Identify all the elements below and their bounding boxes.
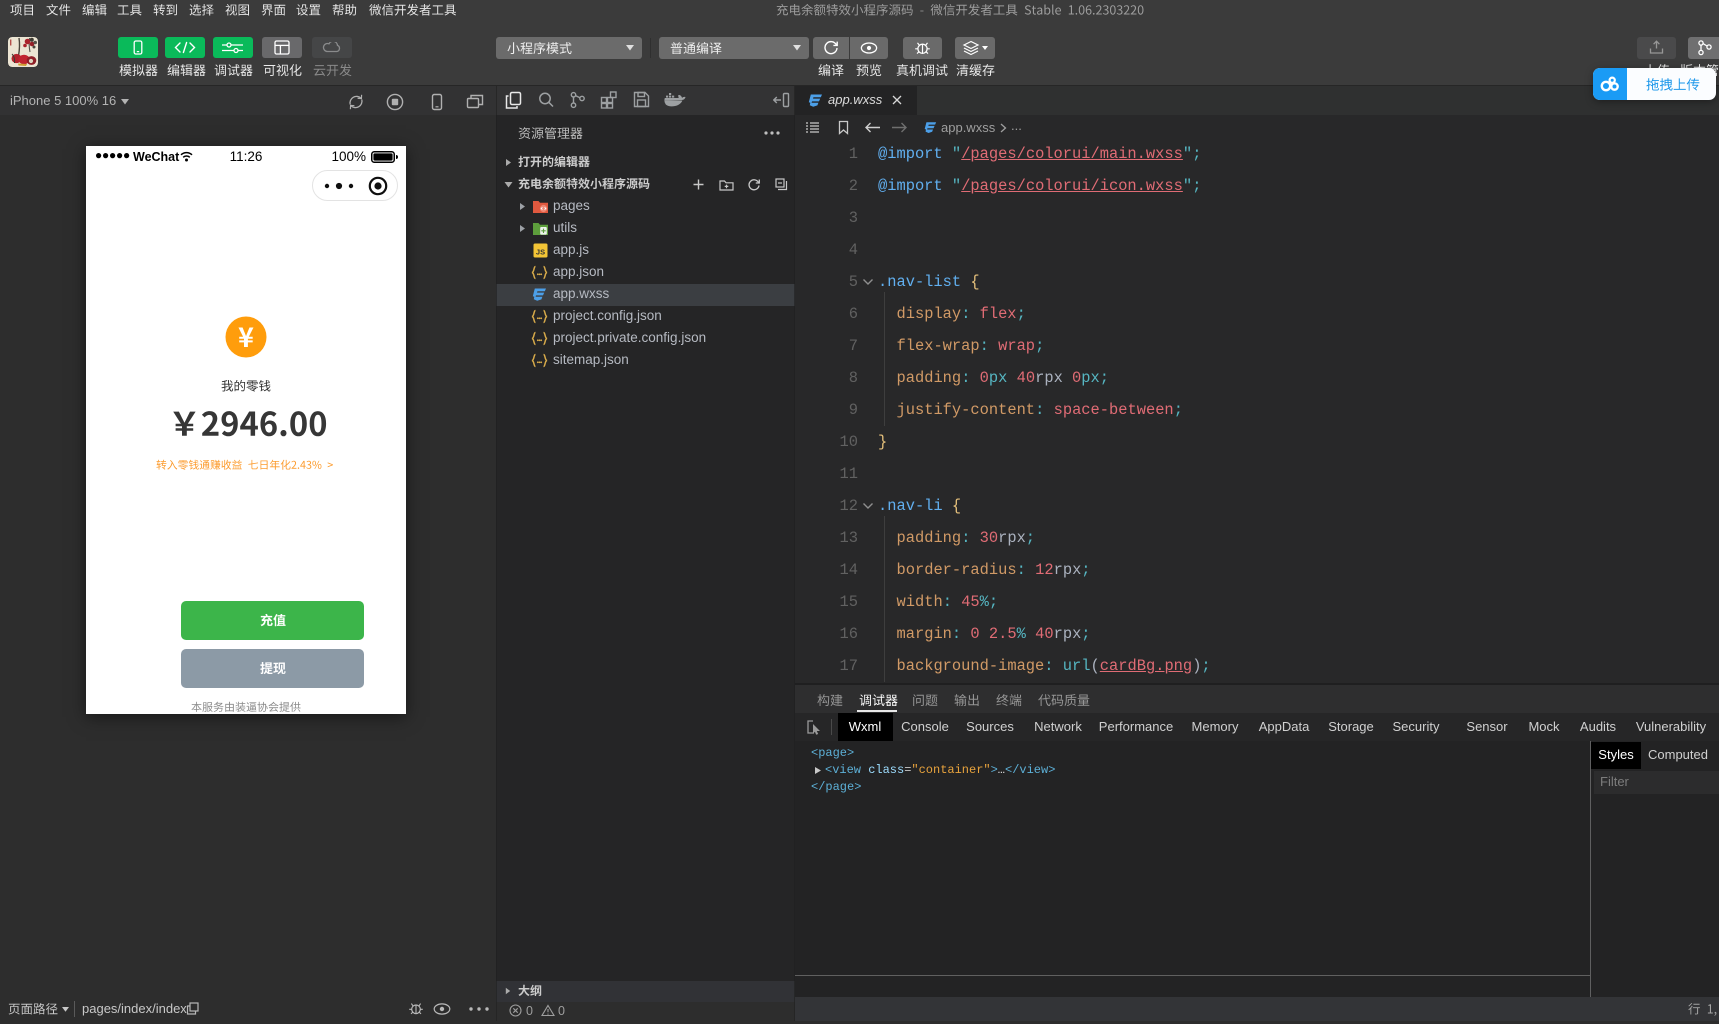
svg-text:JS: JS	[536, 248, 545, 257]
